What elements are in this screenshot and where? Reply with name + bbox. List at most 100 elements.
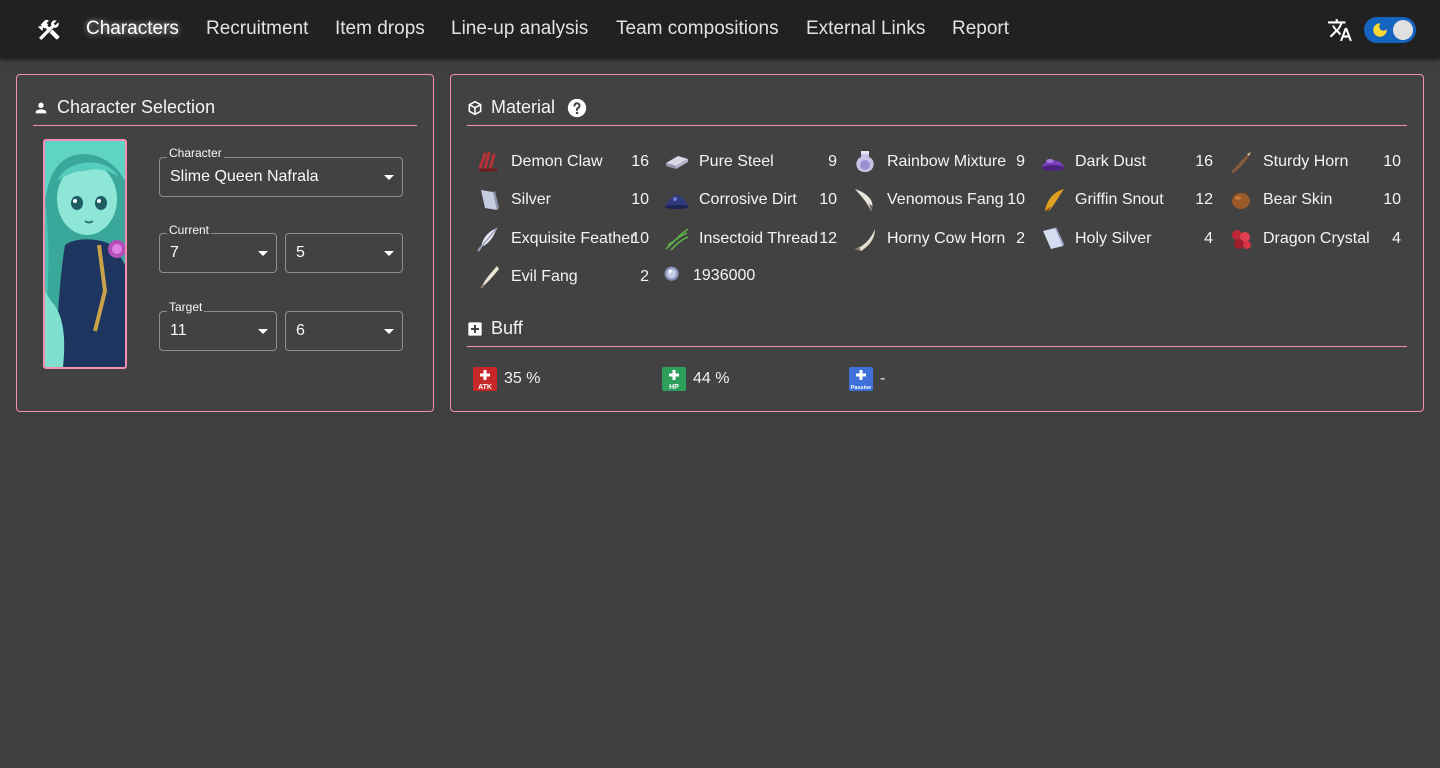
material-panel: Material Demon Claw 16 Pure Steel 9 Rainbow … xyxy=(450,74,1424,412)
material-quantity: 4 xyxy=(1392,230,1401,247)
material-name: Rainbow Mixture xyxy=(887,153,1007,170)
material-name: Dark Dust xyxy=(1075,153,1147,170)
hp-buff: HP 44 % xyxy=(662,367,729,391)
corrosive-dirt-icon xyxy=(665,195,689,209)
material-quantity: 16 xyxy=(631,153,649,170)
nav-line-up-analysis[interactable]: Line-up analysis xyxy=(451,18,588,40)
passive-buff: Passive - xyxy=(849,367,885,391)
dark-dust-icon xyxy=(1042,159,1064,171)
material-item: Corrosive Dirt 10 xyxy=(663,185,837,215)
moon-icon xyxy=(1373,23,1387,37)
material-quantity: 10 xyxy=(631,191,649,208)
atk-buff: ATK 35 % xyxy=(473,367,540,391)
panel-title: Material xyxy=(491,97,556,117)
current-level-value: 7 xyxy=(170,244,179,261)
material-header: Material xyxy=(467,97,587,118)
material-item: Dark Dust 16 xyxy=(1039,147,1213,177)
target-level-select[interactable]: 11 xyxy=(159,311,277,351)
translate-icon[interactable] xyxy=(1326,17,1354,43)
material-name: Griffin Snout xyxy=(1075,191,1164,208)
sturdy-horn-icon xyxy=(1231,152,1251,173)
dark-mode-toggle[interactable] xyxy=(1364,17,1416,43)
help-icon[interactable] xyxy=(567,98,587,118)
material-quantity: 10 xyxy=(1383,191,1401,208)
passive-value: - xyxy=(880,370,886,387)
character-label: Character xyxy=(167,146,224,160)
horny-cow-horn-icon xyxy=(855,229,875,251)
target-stage-select[interactable]: 6 xyxy=(285,311,403,351)
character-portrait[interactable] xyxy=(43,139,127,369)
passive-icon: Passive xyxy=(849,367,873,391)
material-name: Horny Cow Horn xyxy=(887,230,1006,247)
material-item: Demon Claw 16 xyxy=(475,147,649,177)
chevron-down-icon xyxy=(384,329,394,334)
material-name: Insectoid Thread xyxy=(699,230,818,247)
material-name: Bear Skin xyxy=(1263,191,1333,208)
chevron-down-icon xyxy=(258,329,268,334)
material-item: Venomous Fang 10 xyxy=(851,185,1025,215)
nav-external-links[interactable]: External Links xyxy=(806,18,925,40)
material-item: Exquisite Feather 10 xyxy=(475,224,649,254)
material-name: Dragon Crystal xyxy=(1263,230,1370,247)
material-name: Silver xyxy=(511,191,552,208)
coin-icon xyxy=(664,266,679,281)
current-level-select[interactable]: 7 xyxy=(159,233,277,273)
material-quantity: 2 xyxy=(640,268,649,285)
svg-text:HP: HP xyxy=(669,384,679,391)
header-divider xyxy=(33,125,417,126)
material-name: Sturdy Horn xyxy=(1263,153,1349,170)
target-label: Target xyxy=(167,300,205,314)
material-item: Dragon Crystal 4 xyxy=(1227,224,1401,254)
material-item: Sturdy Horn 10 xyxy=(1227,147,1401,177)
nav-team-compositions[interactable]: Team compositions xyxy=(616,18,779,40)
tools-icon[interactable] xyxy=(36,17,62,43)
bear-skin-icon xyxy=(1232,190,1250,209)
nav-report[interactable]: Report xyxy=(952,18,1009,40)
character-selection-header: Character Selection xyxy=(33,97,215,118)
material-quantity: 2 xyxy=(1016,230,1025,247)
material-quantity: 9 xyxy=(828,153,837,170)
coin-item: 1936000 xyxy=(663,261,843,291)
material-quantity: 16 xyxy=(1195,153,1213,170)
character-select-value: Slime Queen Nafrala xyxy=(170,168,319,185)
svg-text:Passive: Passive xyxy=(851,385,872,391)
material-quantity: 10 xyxy=(631,230,649,247)
material-quantity: 12 xyxy=(1195,191,1213,208)
material-item: Rainbow Mixture 9 xyxy=(851,147,1025,177)
current-stage-value: 5 xyxy=(296,244,305,261)
character-select[interactable]: Slime Queen Nafrala xyxy=(159,157,403,197)
material-item: Horny Cow Horn 2 xyxy=(851,224,1025,254)
current-stage-select[interactable]: 5 xyxy=(285,233,403,273)
material-name: Evil Fang xyxy=(511,268,578,285)
chevron-down-icon xyxy=(258,251,268,256)
material-item: Silver 10 xyxy=(475,185,649,215)
holy-silver-icon xyxy=(1043,227,1064,249)
hp-icon: HP xyxy=(662,367,686,391)
material-name: Demon Claw xyxy=(511,153,603,170)
material-divider xyxy=(467,125,1407,126)
material-item: Evil Fang 2 xyxy=(475,262,649,292)
material-item: Insectoid Thread 12 xyxy=(663,224,837,254)
material-item: Griffin Snout 12 xyxy=(1039,185,1213,215)
insectoid-thread-icon xyxy=(665,228,689,251)
panel-title: Character Selection xyxy=(57,97,216,117)
svg-text:ATK: ATK xyxy=(478,384,492,391)
material-name: Exquisite Feather xyxy=(511,230,636,247)
person-icon xyxy=(35,102,47,113)
character-selection-panel: Character Selection Slime Queen Nafrala … xyxy=(16,74,434,412)
material-item: Pure Steel 9 xyxy=(663,147,837,177)
nav-item-drops[interactable]: Item drops xyxy=(335,18,425,40)
top-app-bar: Characters Recruitment Item drops Line-up a… xyxy=(0,0,1440,58)
nav-characters[interactable]: Characters xyxy=(86,18,179,40)
material-item: Bear Skin 10 xyxy=(1227,185,1401,215)
evil-fang-icon xyxy=(480,266,499,289)
chevron-down-icon xyxy=(384,251,394,256)
dragon-crystal-icon xyxy=(1232,230,1251,249)
nav-recruitment[interactable]: Recruitment xyxy=(206,18,308,40)
atk-icon: ATK xyxy=(473,367,497,391)
cube-icon xyxy=(468,100,482,115)
exquisite-feather-icon xyxy=(477,227,498,252)
demon-claw-icon xyxy=(478,151,497,172)
buff-divider xyxy=(467,346,1407,347)
current-label: Current xyxy=(167,223,212,237)
